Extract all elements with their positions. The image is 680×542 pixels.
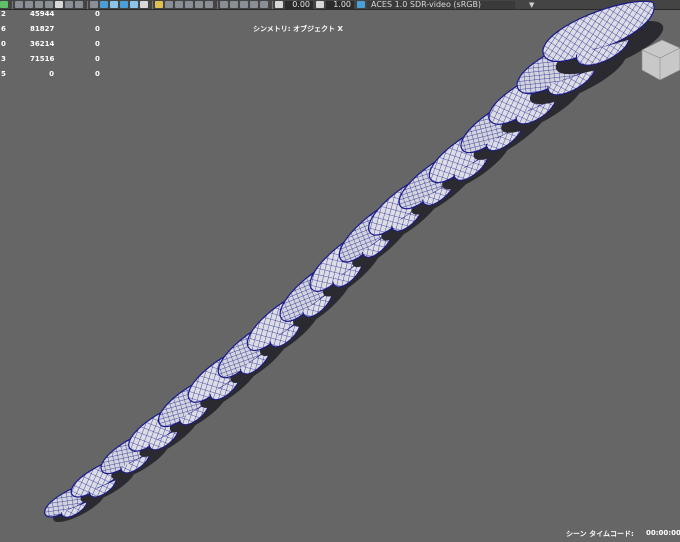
hud-value: 0 bbox=[95, 10, 100, 18]
symmetry-status: シンメトリ: オブジェクト X bbox=[253, 25, 343, 33]
hud-value: 5 bbox=[1, 70, 6, 78]
hud-value: 0 bbox=[49, 70, 54, 78]
hud-value: 2 bbox=[1, 10, 6, 18]
hud-value: 6 bbox=[1, 25, 6, 33]
hud-value: 71516 bbox=[30, 55, 55, 63]
spine-mesh[interactable] bbox=[40, 0, 669, 530]
hud-value: 0 bbox=[95, 40, 100, 48]
hud-value: 45944 bbox=[30, 10, 55, 18]
hud-value: 81827 bbox=[30, 25, 55, 33]
hud-value: 36214 bbox=[30, 40, 55, 48]
hud-value: 3 bbox=[1, 55, 6, 63]
hud-value: 0 bbox=[95, 55, 100, 63]
hud-value: 0 bbox=[1, 40, 6, 48]
timecode-label: シーン タイムコード: bbox=[566, 530, 634, 538]
timecode-value: 00:00:00:0 bbox=[646, 529, 680, 537]
hud-value: 0 bbox=[95, 70, 100, 78]
hud-value: 0 bbox=[95, 25, 100, 33]
viewport[interactable] bbox=[0, 0, 680, 542]
